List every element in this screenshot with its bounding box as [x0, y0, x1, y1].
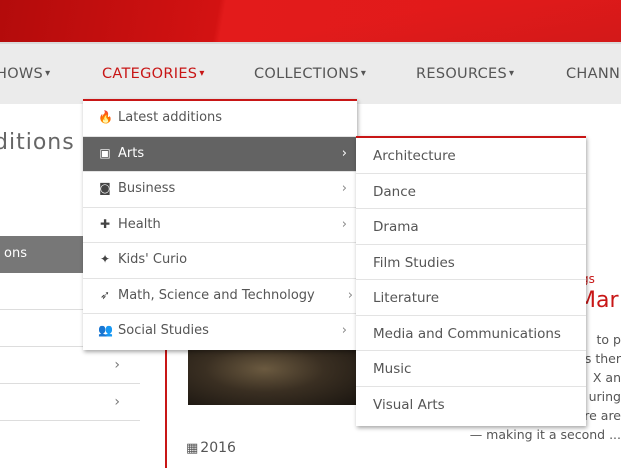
submenu-item-visual-arts[interactable]: Visual Arts — [356, 387, 586, 423]
menu-item-arts[interactable]: ▣ Arts › — [83, 136, 357, 172]
sidebar-row[interactable]: › — [0, 347, 140, 384]
menu-item-latest-additions[interactable]: 🔥 Latest additions — [83, 101, 357, 137]
chevron-right-icon: › — [341, 323, 347, 338]
submenu-item-literature[interactable]: Literature — [356, 280, 586, 316]
nav-channels[interactable]: CHANN — [566, 66, 620, 82]
submenu-item-film-studies[interactable]: Film Studies — [356, 245, 586, 280]
submenu-item-architecture[interactable]: Architecture — [356, 138, 586, 174]
site-banner — [0, 0, 621, 42]
caret-down-icon: ▾ — [45, 68, 51, 79]
submenu-item-media-communications[interactable]: Media and Communications — [356, 316, 586, 351]
page-title: ditions — [0, 130, 75, 155]
caret-down-icon: ▾ — [509, 68, 515, 79]
child-icon: ✦ — [99, 252, 111, 266]
categories-dropdown: 🔥 Latest additions ▣ Arts › ◙ Business › ✚ Hea… — [83, 99, 357, 350]
image-icon: ▣ — [99, 145, 111, 160]
chevron-right-icon: › — [347, 287, 353, 303]
nav-shows[interactable]: HOWS ▾ — [0, 66, 50, 82]
calendar-icon: ▦ — [186, 441, 199, 456]
menu-item-math-science-technology[interactable]: ➶ Math, Science and Technology › — [83, 279, 357, 314]
nav-resources[interactable]: RESOURCES ▾ — [416, 66, 514, 82]
menu-item-kids-curio[interactable]: ✦ Kids' Curio — [83, 243, 357, 279]
sidebar-row[interactable]: › — [0, 384, 140, 421]
main-navbar: HOWS ▾ CATEGORIES ▾ COLLECTIONS ▾ RESOURCES… — [0, 42, 621, 104]
nav-collections[interactable]: COLLECTIONS ▾ — [254, 66, 366, 82]
arts-submenu: Architecture Dance Drama Film Studies Li… — [356, 136, 586, 426]
users-icon: 👥 — [98, 323, 113, 337]
medkit-icon: ✚ — [99, 216, 111, 231]
rocket-icon: ➶ — [99, 287, 111, 302]
submenu-item-music[interactable]: Music — [356, 351, 586, 387]
submenu-item-drama[interactable]: Drama — [356, 209, 586, 245]
chevron-right-icon: › — [114, 394, 120, 410]
menu-item-health[interactable]: ✚ Health › — [83, 208, 357, 243]
caret-down-icon: ▾ — [199, 68, 205, 79]
release-year: ▦ 2016 — [186, 440, 236, 456]
chevron-right-icon: › — [341, 181, 347, 196]
money-icon: ◙ — [99, 181, 111, 195]
chevron-right-icon: › — [341, 145, 347, 161]
nav-categories[interactable]: CATEGORIES ▾ — [102, 66, 205, 82]
fire-icon: 🔥 — [98, 110, 113, 124]
submenu-item-dance[interactable]: Dance — [356, 174, 586, 209]
chevron-right-icon: › — [341, 216, 347, 232]
caret-down-icon: ▾ — [360, 68, 367, 79]
menu-item-social-studies[interactable]: 👥 Social Studies › — [83, 314, 357, 350]
chevron-right-icon: › — [114, 357, 120, 373]
menu-item-business[interactable]: ◙ Business › — [83, 172, 357, 208]
video-thumbnail[interactable] — [188, 345, 358, 405]
